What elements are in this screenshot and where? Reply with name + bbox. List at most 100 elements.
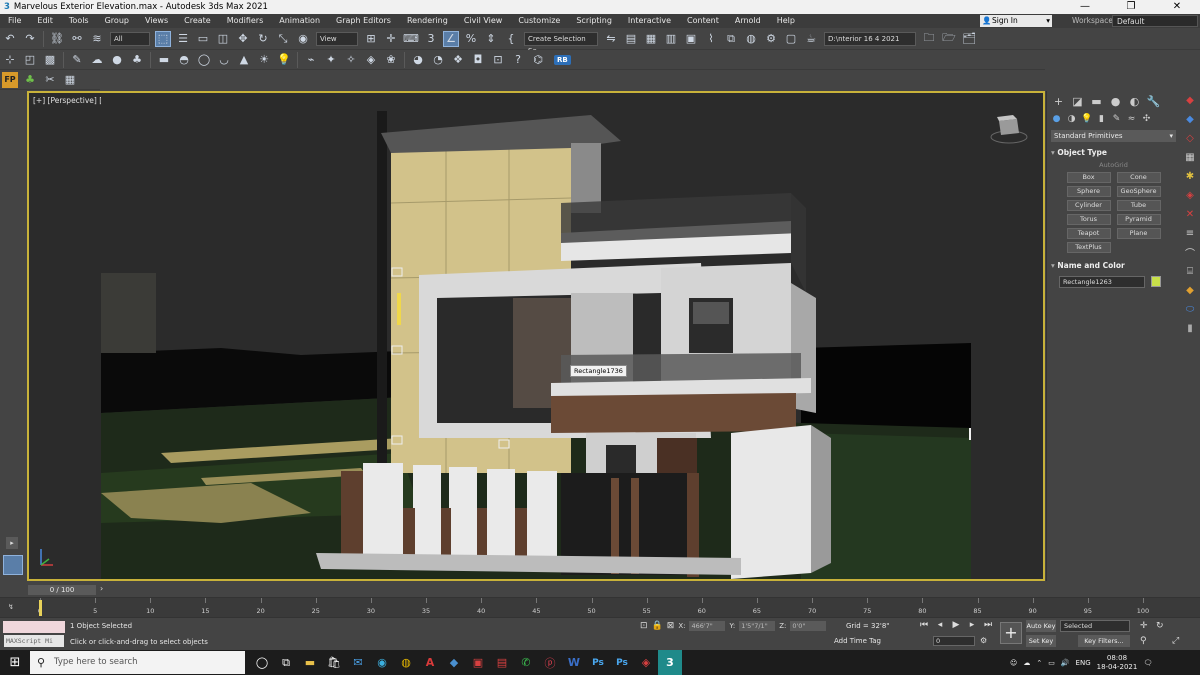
- taskbar-search-box[interactable]: ⚲ Type here to search: [30, 651, 245, 674]
- systems-category-icon[interactable]: ✣: [1141, 114, 1152, 124]
- bind-space-warp-icon[interactable]: ≋: [89, 31, 105, 47]
- render-production-icon[interactable]: ☕: [803, 31, 819, 47]
- menu-help[interactable]: Help: [769, 14, 803, 28]
- presentation-app-icon[interactable]: ▤: [490, 650, 514, 675]
- pinterest-icon[interactable]: ⓟ: [538, 650, 562, 675]
- cube-blue-icon[interactable]: ◆: [1180, 110, 1200, 129]
- cylinder-button[interactable]: Cylinder: [1066, 200, 1111, 211]
- cube-stack-icon[interactable]: ◈: [1180, 186, 1200, 205]
- go-to-end-icon[interactable]: ⏭: [982, 620, 994, 630]
- snaps-settings-icon[interactable]: ⊹: [2, 52, 18, 68]
- sketch-app-icon[interactable]: ◆: [442, 650, 466, 675]
- menu-interactive[interactable]: Interactive: [620, 14, 679, 28]
- selection-filter-dropdown[interactable]: All: [110, 31, 150, 46]
- move-icon[interactable]: ✥: [235, 31, 251, 47]
- torus-button[interactable]: Torus: [1066, 214, 1111, 225]
- toggle-scene-explorer-icon[interactable]: ▦: [643, 31, 659, 47]
- unlink-icon[interactable]: ⚯: [69, 31, 85, 47]
- percent-snap-icon[interactable]: %: [463, 31, 479, 47]
- sign-in-dropdown[interactable]: 👤 Sign In ▾: [980, 15, 1052, 27]
- sphere-button[interactable]: Sphere: [1066, 186, 1111, 197]
- curve-tool-icon[interactable]: ⌒: [1180, 243, 1200, 262]
- previous-frame-icon[interactable]: ◂: [934, 620, 946, 630]
- set-keys-button[interactable]: +: [1000, 622, 1022, 644]
- scene-converter-icon[interactable]: ⊡: [490, 52, 506, 68]
- maxscript-mini-listener[interactable]: MAXScript Mi: [4, 635, 64, 647]
- extra-tool-icon[interactable]: ⌬: [530, 52, 546, 68]
- particle-icon[interactable]: ✧: [343, 52, 359, 68]
- minimize-button[interactable]: —: [1062, 0, 1108, 14]
- menu-edit[interactable]: Edit: [29, 14, 61, 28]
- maximize-button[interactable]: ❐: [1108, 0, 1154, 14]
- shapes-category-icon[interactable]: ◑: [1066, 114, 1077, 124]
- teapot-icon[interactable]: ◔: [430, 52, 446, 68]
- angle-snap-icon[interactable]: ∠: [443, 30, 459, 47]
- z-coordinate-field[interactable]: 0'0": [790, 621, 827, 631]
- box-primitive-icon[interactable]: ▬: [156, 52, 172, 68]
- spinner-snap-icon[interactable]: ⇕: [483, 31, 499, 47]
- placement-icon[interactable]: ◉: [295, 31, 311, 47]
- next-frame-icon[interactable]: ▸: [966, 620, 978, 630]
- whatsapp-icon[interactable]: ✆: [514, 650, 538, 675]
- cylinder-tool-icon[interactable]: ⬭: [1180, 300, 1200, 319]
- object-color-swatch[interactable]: [1151, 276, 1161, 287]
- menu-tools[interactable]: Tools: [61, 14, 97, 28]
- redo-icon[interactable]: ↷: [22, 31, 38, 47]
- cameras-category-icon[interactable]: ▮: [1096, 114, 1107, 124]
- cube-red-icon[interactable]: ◆: [1180, 91, 1200, 110]
- object-paint-icon[interactable]: ✎: [69, 52, 85, 68]
- stairs-tool-icon[interactable]: ⌸: [1180, 262, 1200, 281]
- lamp-icon[interactable]: 💡: [276, 52, 292, 68]
- snaps-toggle-icon[interactable]: 3: [423, 31, 439, 47]
- material-icon[interactable]: ◘: [470, 52, 486, 68]
- volume-icon[interactable]: ◈: [363, 52, 379, 68]
- isolate-selection-icon[interactable]: ⊡: [640, 621, 648, 631]
- menu-graph-editors[interactable]: Graph Editors: [328, 14, 399, 28]
- store-icon[interactable]: 🛍: [322, 650, 346, 675]
- menu-content[interactable]: Content: [679, 14, 727, 28]
- forest-pack-icon[interactable]: FP: [2, 71, 18, 88]
- people-icon[interactable]: ☺: [1010, 659, 1017, 667]
- dome-icon[interactable]: ◓: [176, 52, 192, 68]
- render-setup-icon[interactable]: ⚙: [763, 31, 779, 47]
- sun-icon[interactable]: ☀: [256, 52, 272, 68]
- utilities-tab-icon[interactable]: 🔧: [1146, 95, 1161, 108]
- image-icon[interactable]: ▩: [42, 52, 58, 68]
- teapot-button[interactable]: Teapot: [1066, 228, 1111, 239]
- ruby-app-icon[interactable]: ◈: [634, 650, 658, 675]
- railclone-icon[interactable]: ♣: [22, 72, 38, 88]
- modify-tab-icon[interactable]: ◪: [1070, 95, 1085, 108]
- render-camera-icon[interactable]: ✦: [323, 52, 339, 68]
- volume-icon[interactable]: 🔊: [1061, 659, 1070, 667]
- x-coordinate-field[interactable]: 466'7": [689, 621, 726, 631]
- pyramid-button[interactable]: Pyramid: [1116, 214, 1161, 225]
- align-icon[interactable]: ▤: [623, 31, 639, 47]
- cortana-icon[interactable]: ◯: [250, 650, 274, 675]
- hierarchy-tab-icon[interactable]: ▬: [1089, 95, 1104, 108]
- edge-icon[interactable]: ◉: [370, 650, 394, 675]
- keyboard-shortcut-icon[interactable]: ⌨: [403, 31, 419, 47]
- layer-explorer-icon[interactable]: ▥: [663, 31, 679, 47]
- selection-set-dropdown[interactable]: Selected: [1060, 620, 1130, 632]
- lines-tool-icon[interactable]: ≡: [1180, 224, 1200, 243]
- menu-rendering[interactable]: Rendering: [399, 14, 456, 28]
- play-icon[interactable]: ▶: [950, 620, 962, 630]
- track-bar-toggle-icon[interactable]: ↯: [8, 603, 14, 611]
- lights-category-icon[interactable]: 💡: [1081, 114, 1092, 124]
- chrome-icon[interactable]: ◍: [394, 650, 418, 675]
- show-hidden-icons-icon[interactable]: ⌃: [1036, 659, 1042, 667]
- open-folder-icon[interactable]: 🗁: [941, 31, 957, 47]
- helpers-category-icon[interactable]: ✎: [1111, 114, 1122, 124]
- perspective-viewport[interactable]: [+] [Perspective] [Standard] [Default Sh…: [27, 91, 1045, 581]
- y-coordinate-field[interactable]: 1'5"7/1": [739, 621, 776, 631]
- menu-create[interactable]: Create: [176, 14, 219, 28]
- scene-render[interactable]: [101, 93, 971, 579]
- language-indicator[interactable]: ENG: [1076, 659, 1091, 667]
- tools-icon[interactable]: ✂: [42, 72, 58, 88]
- sphere-light-icon[interactable]: ●: [109, 52, 125, 68]
- track-bar[interactable]: ↯ 05101520253035404550556065707580859095…: [0, 597, 1200, 617]
- viewport-layout-icon[interactable]: [3, 555, 23, 575]
- scale-icon[interactable]: ⤡: [275, 31, 291, 47]
- name-and-color-rollout[interactable]: Name and Color: [1051, 261, 1176, 270]
- primitive-type-dropdown[interactable]: Standard Primitives ▾: [1051, 130, 1176, 142]
